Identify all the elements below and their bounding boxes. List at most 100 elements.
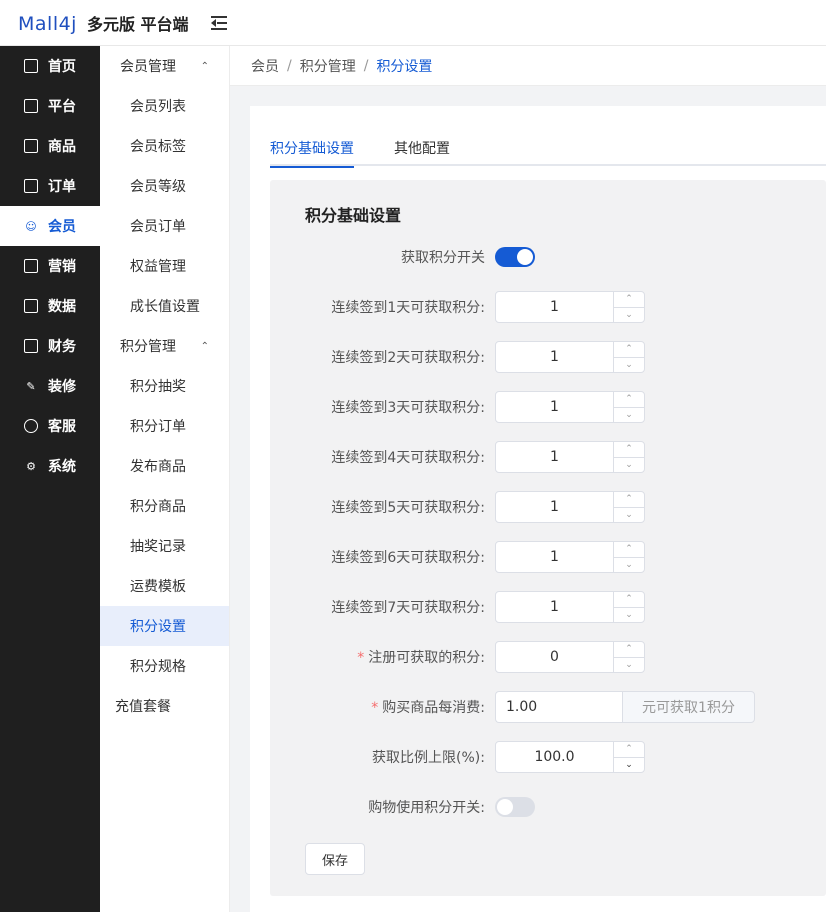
sign-day-input[interactable]: [496, 292, 613, 322]
nav-label: 平台: [48, 99, 76, 115]
chevron-up-icon[interactable]: ⌃: [614, 592, 644, 607]
nav-item-marketing[interactable]: 营销: [0, 246, 100, 286]
tab-bar: 积分基础设置 其他配置: [270, 132, 826, 168]
logo: Mall4j 多元版 平台端: [18, 11, 189, 35]
menu-item-member-orders[interactable]: 会员订单: [100, 206, 229, 246]
settings-panel: 积分基础设置 获取积分开关 连续签到1天可获取积分: ⌃⌄ 连续签到2天可获取积…: [270, 180, 826, 896]
nav-item-service[interactable]: 客服: [0, 406, 100, 446]
required-mark: *: [357, 650, 365, 666]
breadcrumb-current: 积分设置: [376, 58, 433, 75]
register-points-label: * 注册可获取的积分:: [270, 647, 495, 667]
purchase-points-label: * 购买商品每消费:: [270, 697, 495, 717]
use-points-switch-label: 购物使用积分开关:: [368, 800, 485, 816]
points-switch-label: 获取积分开关: [401, 250, 485, 266]
sign-day-input[interactable]: [496, 342, 613, 372]
chevron-up-icon[interactable]: ⌃: [614, 642, 644, 657]
chat-icon: [24, 419, 38, 433]
nav-item-order[interactable]: 订单: [0, 166, 100, 206]
menu-item-points-settings[interactable]: 积分设置: [100, 606, 229, 646]
menu-group-label: 会员管理: [120, 59, 176, 75]
menu-item-recharge-package[interactable]: 充值套餐: [100, 686, 229, 726]
nav-item-product[interactable]: 商品: [0, 126, 100, 166]
register-points-input[interactable]: [496, 642, 613, 672]
points-switch[interactable]: [495, 247, 535, 267]
purchase-amount-input[interactable]: [495, 691, 622, 723]
chevron-up-icon[interactable]: ⌃: [614, 442, 644, 457]
chevron-down-icon[interactable]: ⌄: [614, 506, 644, 523]
sign-day-input[interactable]: [496, 392, 613, 422]
sign-day-label: 连续签到1天可获取积分:: [331, 300, 485, 316]
points-switch-row: 获取积分开关: [270, 241, 826, 273]
sign-day-stepper: ⌃⌄: [495, 591, 645, 623]
register-points-row: *注册可获取的积分: ⌃⌄: [270, 641, 826, 673]
menu-item-points-products[interactable]: 积分商品: [100, 486, 229, 526]
chevron-up-icon[interactable]: ⌃: [614, 292, 644, 307]
menu-item-points-lottery[interactable]: 积分抽奖: [100, 366, 229, 406]
menu-item-member-tags[interactable]: 会员标签: [100, 126, 229, 166]
menu-item-shipping-template[interactable]: 运费模板: [100, 566, 229, 606]
nav-item-data[interactable]: 数据: [0, 286, 100, 326]
decorate-icon: ✎: [26, 379, 36, 393]
menu-item-growth-settings[interactable]: 成长值设置: [100, 286, 229, 326]
chevron-down-icon[interactable]: ⌄: [614, 406, 644, 423]
chevron-down-icon[interactable]: ⌄: [614, 356, 644, 373]
chevron-up-icon: ⌃: [200, 60, 209, 72]
chevron-up-icon[interactable]: ⌃: [614, 342, 644, 357]
nav-label: 首页: [48, 59, 76, 75]
chevron-up-icon[interactable]: ⌃: [614, 542, 644, 557]
breadcrumb-item[interactable]: 会员: [251, 56, 279, 76]
menu-item-publish-product[interactable]: 发布商品: [100, 446, 229, 486]
use-points-switch-row: 购物使用积分开关:: [270, 791, 826, 823]
nav-item-home[interactable]: 首页: [0, 46, 100, 86]
nav-item-system[interactable]: ⚙ 系统: [0, 446, 100, 486]
use-points-switch[interactable]: [495, 797, 535, 817]
chevron-down-icon[interactable]: ⌄: [614, 306, 644, 323]
menu-item-benefits[interactable]: 权益管理: [100, 246, 229, 286]
purchase-points-text: 购买商品每消费:: [382, 700, 485, 716]
tab-other-config[interactable]: 其他配置: [394, 132, 450, 166]
chevron-down-icon[interactable]: ⌄: [614, 556, 644, 573]
sign-day-input[interactable]: [496, 592, 613, 622]
breadcrumb-item[interactable]: 积分管理: [300, 56, 356, 76]
sign-day-label: 连续签到4天可获取积分:: [331, 450, 485, 466]
sign-day-input[interactable]: [496, 442, 613, 472]
menu-item-member-levels[interactable]: 会员等级: [100, 166, 229, 206]
sign-day-stepper: ⌃⌄: [495, 391, 645, 423]
chevron-down-icon[interactable]: ⌄: [614, 456, 644, 473]
register-points-text: 注册可获取的积分:: [368, 650, 485, 666]
menu-item-points-specs[interactable]: 积分规格: [100, 646, 229, 686]
ratio-limit-input[interactable]: [496, 742, 613, 772]
sign-day-input[interactable]: [496, 492, 613, 522]
sign-day-input[interactable]: [496, 542, 613, 572]
chevron-up-icon[interactable]: ⌃: [614, 392, 644, 407]
chevron-down-icon[interactable]: ⌄: [614, 606, 644, 623]
chevron-up-icon[interactable]: ⌃: [614, 742, 644, 757]
nav-label: 数据: [48, 299, 76, 315]
menu-group-member-management[interactable]: 会员管理 ⌃: [100, 46, 229, 86]
app-title: 多元版 平台端: [86, 14, 189, 34]
dashboard-icon: [24, 59, 38, 73]
sign-day-row: 连续签到6天可获取积分: ⌃⌄: [270, 541, 826, 573]
tab-basic-settings[interactable]: 积分基础设置: [270, 132, 354, 168]
breadcrumb: 会员 / 积分管理 / 积分设置: [230, 46, 826, 86]
nav-label: 客服: [48, 419, 76, 435]
menu-item-member-list[interactable]: 会员列表: [100, 86, 229, 126]
required-mark: *: [371, 700, 379, 716]
member-icon: ☺: [25, 219, 37, 233]
menu-item-lottery-records[interactable]: 抽奖记录: [100, 526, 229, 566]
menu-group-points-management[interactable]: 积分管理 ⌃: [100, 326, 229, 366]
nav-item-platform[interactable]: 平台: [0, 86, 100, 126]
chevron-up-icon[interactable]: ⌃: [614, 492, 644, 507]
collapse-menu-icon[interactable]: [210, 15, 229, 31]
sign-day-row: 连续签到7天可获取积分: ⌃⌄: [270, 591, 826, 623]
sign-day-stepper: ⌃⌄: [495, 291, 645, 323]
save-button[interactable]: 保存: [305, 843, 365, 875]
sign-day-label: 连续签到5天可获取积分:: [331, 500, 485, 516]
chevron-down-icon[interactable]: ⌄: [614, 656, 644, 673]
nav-item-decorate[interactable]: ✎ 装修: [0, 366, 100, 406]
nav-item-finance[interactable]: 财务: [0, 326, 100, 366]
chevron-down-icon[interactable]: ⌄: [614, 756, 644, 773]
primary-sidebar: 首页 平台 商品 订单 ☺ 会员 营销 数据 财务 ✎ 装修 客服 ⚙ 系统: [0, 46, 100, 912]
nav-item-member[interactable]: ☺ 会员: [0, 206, 100, 246]
menu-item-points-orders[interactable]: 积分订单: [100, 406, 229, 446]
